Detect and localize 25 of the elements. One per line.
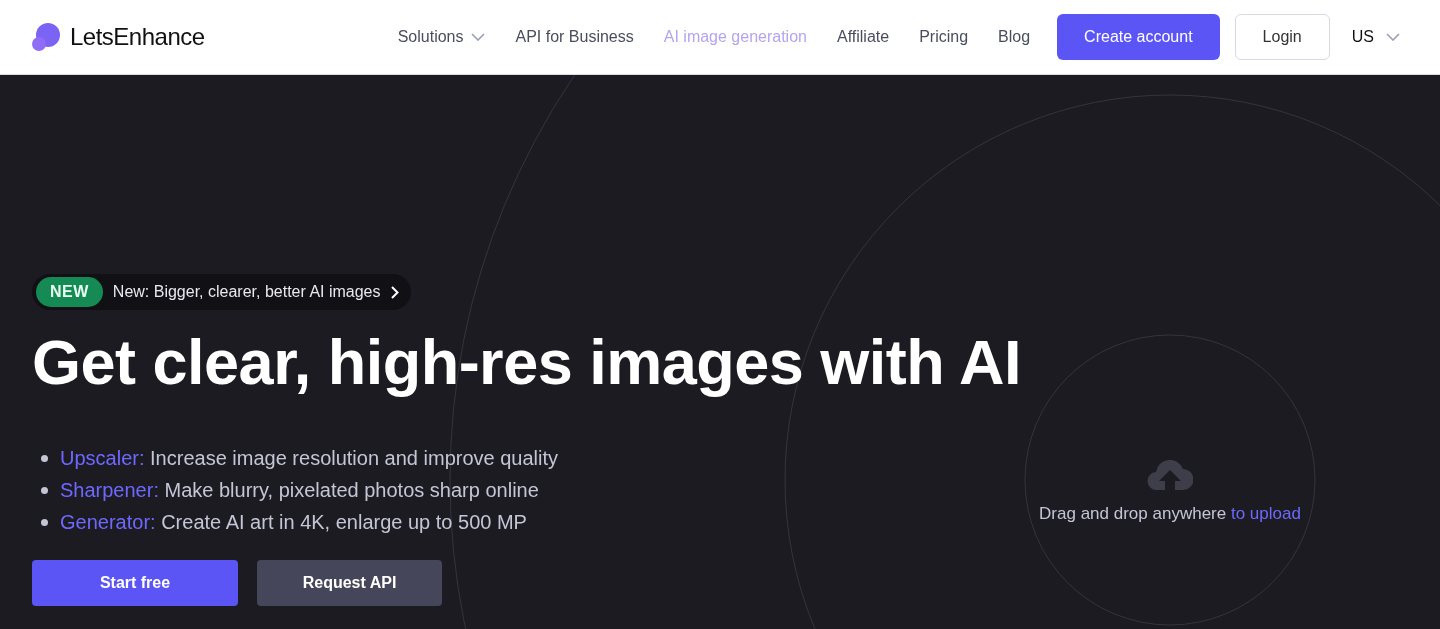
start-free-button[interactable]: Start free bbox=[32, 560, 238, 606]
feature-item: Upscaler: Increase image resolution and improve quality bbox=[41, 442, 559, 474]
chevron-right-icon bbox=[390, 285, 399, 299]
upload-hint: Drag and drop anywhere to upload bbox=[1039, 504, 1301, 524]
announcement-link[interactable]: NEW New: Bigger, clearer, better AI images bbox=[32, 274, 411, 310]
nav-link[interactable]: Blog bbox=[998, 28, 1031, 46]
headline: Get clear, high-res images with AI bbox=[32, 326, 1022, 399]
nav-link[interactable]: API for Business bbox=[515, 28, 634, 46]
chevron-down-icon bbox=[1386, 33, 1400, 41]
feature-item: Sharpener: Make blurry, pixelated photos sharp online bbox=[41, 474, 539, 506]
nav-link[interactable]: Affiliate bbox=[836, 28, 890, 46]
create-account-button[interactable]: Create account bbox=[1057, 14, 1220, 60]
login-button[interactable]: Login bbox=[1234, 14, 1330, 60]
request-api-button[interactable]: Request API bbox=[257, 560, 442, 606]
nav-link[interactable]: Pricing bbox=[919, 28, 969, 46]
logo-link[interactable]: LetsEnhance bbox=[31, 22, 205, 52]
locale-selector[interactable]: US bbox=[1351, 28, 1400, 46]
nav-link[interactable]: Solutions bbox=[397, 28, 486, 46]
new-badge: NEW bbox=[36, 277, 103, 307]
logo-icon bbox=[31, 22, 61, 52]
logo-text: LetsEnhance bbox=[70, 23, 205, 51]
cloud-upload-icon bbox=[1147, 460, 1193, 490]
chevron-down-icon bbox=[471, 33, 486, 41]
upload-link[interactable]: to upload bbox=[1230, 504, 1301, 523]
feature-item: Generator: Create AI art in 4K, enlarge up to 500 MP bbox=[41, 506, 527, 538]
